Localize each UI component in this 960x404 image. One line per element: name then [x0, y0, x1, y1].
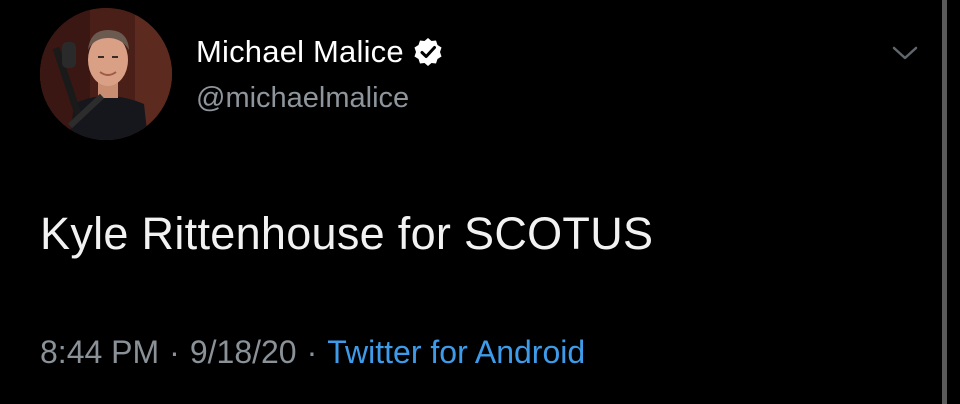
tweet-time: 8:44 PM	[40, 334, 160, 370]
tweet-date[interactable]: 9/18/20	[190, 334, 297, 371]
author-name-row: Michael Malice	[196, 32, 444, 72]
avatar[interactable]	[40, 8, 172, 140]
author-handle[interactable]: @michaelmalice	[196, 82, 409, 115]
tweet-card: Michael Malice @michaelmalice Kyle Ritte…	[0, 0, 960, 404]
tweet-source-link[interactable]: Twitter for Android	[327, 334, 585, 371]
tweet-text: Kyle Rittenhouse for SCOTUS	[40, 208, 654, 259]
meta-separator: ·	[306, 334, 318, 370]
chevron-down-icon[interactable]	[888, 36, 922, 70]
meta-separator: ·	[169, 334, 180, 370]
profile-photo-icon	[40, 8, 172, 140]
scrollbar[interactable]	[942, 0, 947, 404]
tweet-meta: 8:44 PM · 9/18/20 · Twitter for Android	[40, 334, 585, 371]
author-display-name[interactable]: Michael Malice	[196, 34, 404, 70]
verified-badge-icon	[412, 36, 444, 68]
